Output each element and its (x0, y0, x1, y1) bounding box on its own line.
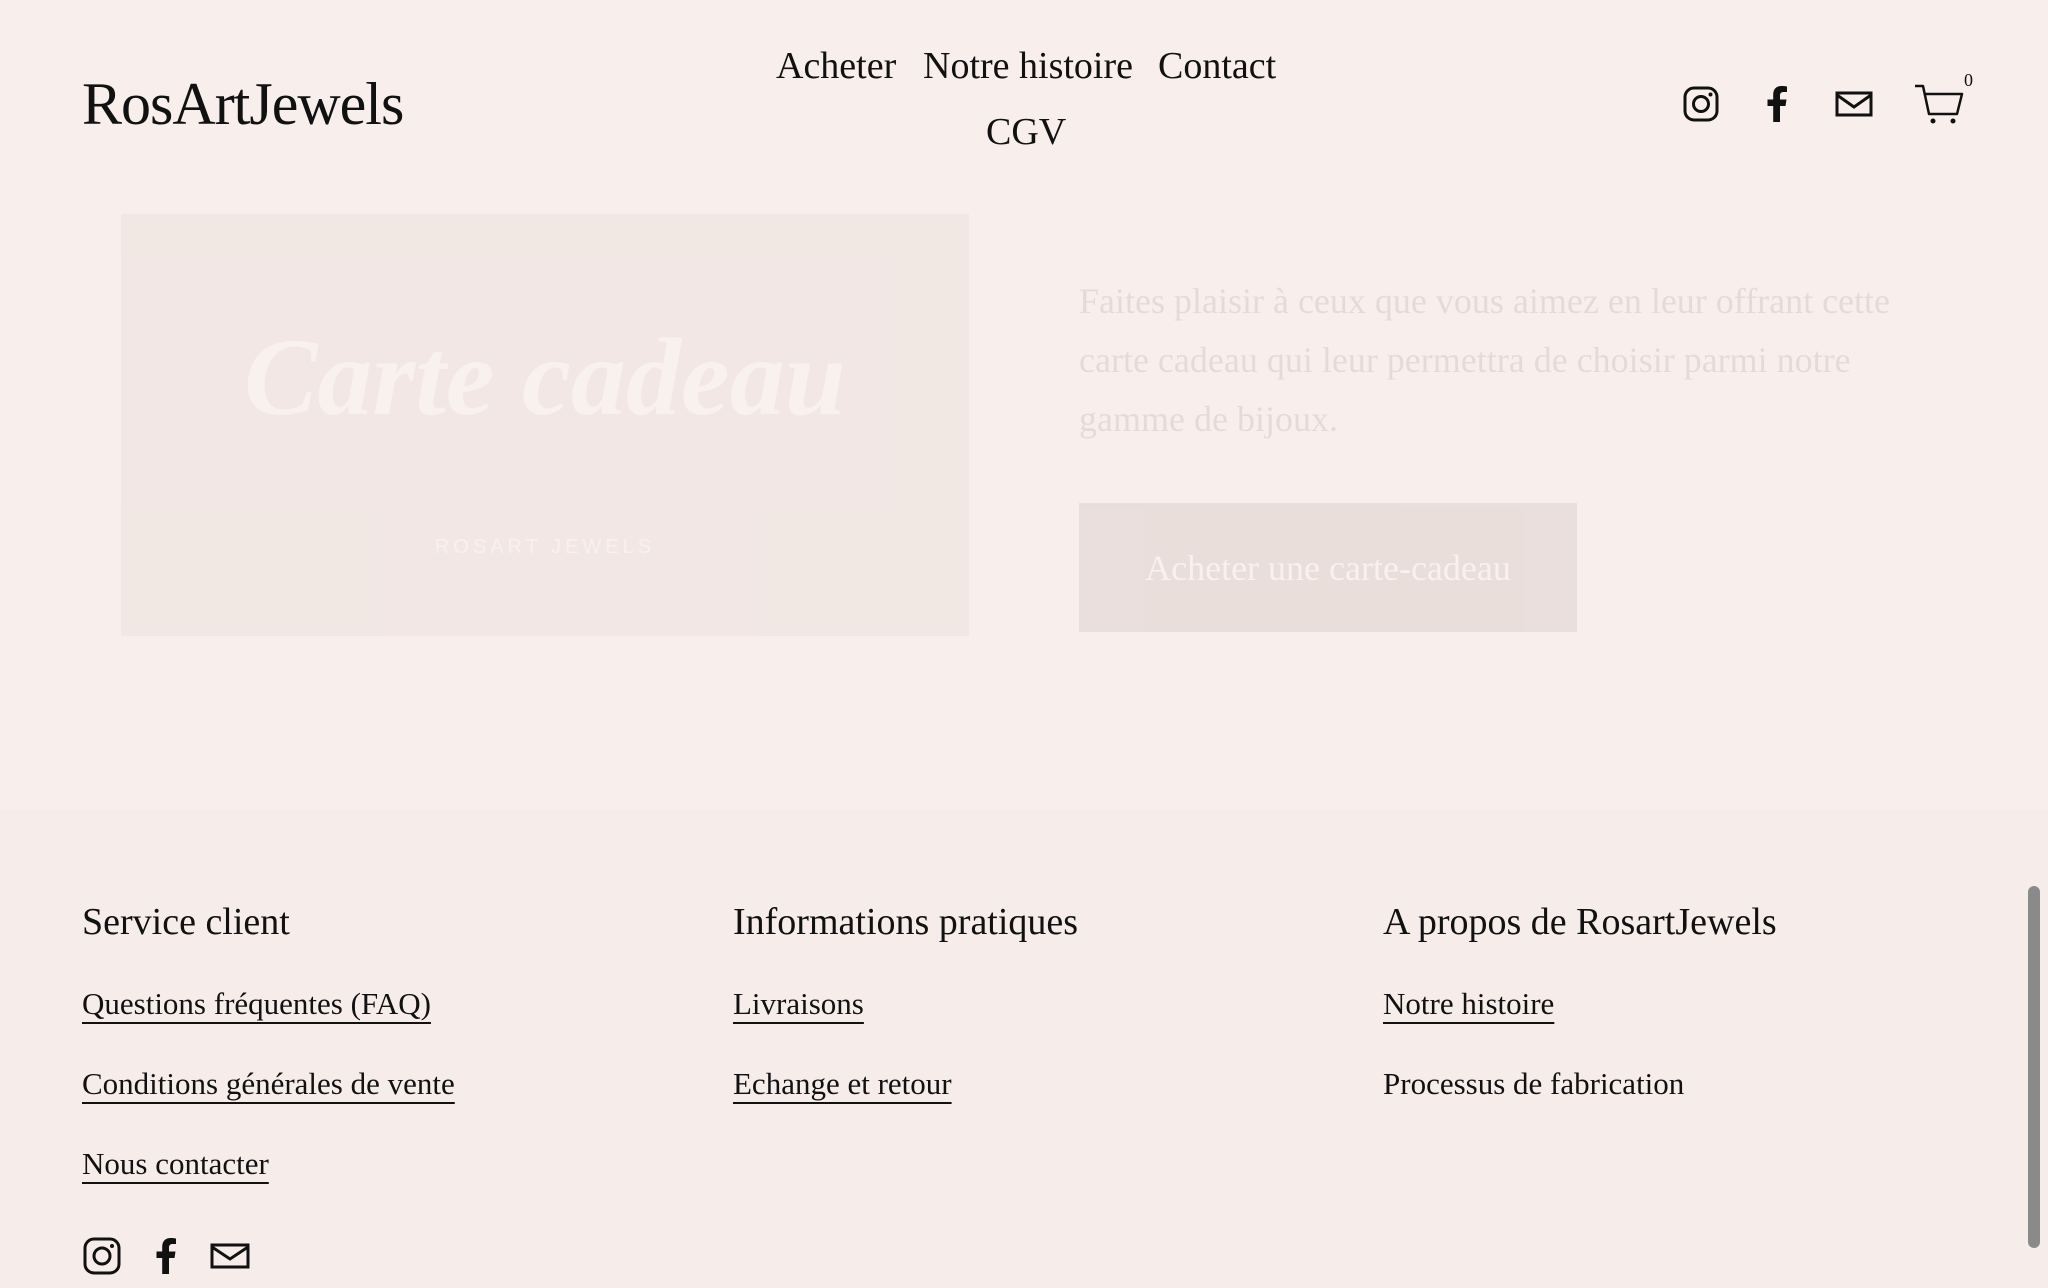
site-header: RosArtJewels Acheter Notre histoire Cont… (0, 0, 2048, 210)
link-livraisons[interactable]: Livraisons (733, 986, 1078, 1022)
gift-card-section: Carte cadeau ROSART JEWELS Faites plaisi… (0, 210, 2048, 810)
nav-contact[interactable]: Contact (1158, 44, 1276, 88)
link-echange-retour[interactable]: Echange et retour (733, 1066, 1078, 1102)
scrollbar-thumb[interactable] (2028, 886, 2040, 1248)
facebook-icon[interactable] (1757, 84, 1797, 124)
main-nav-row-2: CGV (0, 110, 2048, 170)
link-faq[interactable]: Questions fréquentes (FAQ) (82, 986, 455, 1022)
gift-card-description: Faites plaisir à ceux que vous aimez en … (1079, 281, 1891, 439)
nav-notre-histoire[interactable]: Notre histoire (923, 44, 1133, 88)
footer-col-infos: Informations pratiques Livraisons Echang… (733, 900, 1078, 1146)
footer-heading-infos: Informations pratiques (733, 901, 1079, 943)
footer-col-about: A propos de RosartJewels Notre histoire … (1383, 900, 1777, 1102)
link-cgv[interactable]: Conditions générales de vente (82, 1066, 455, 1102)
instagram-icon[interactable] (1681, 84, 1721, 124)
nav-cgv[interactable]: CGV (986, 110, 1066, 154)
cart-count-badge: 0 (1964, 70, 1973, 90)
link-notre-histoire[interactable]: Notre histoire (1383, 986, 1777, 1022)
footer-heading-about: A propos de RosartJewels (1383, 901, 1777, 943)
footer-col-service: Service client Questions fréquentes (FAQ… (82, 900, 455, 1226)
cart-icon[interactable] (1913, 82, 1965, 126)
facebook-icon[interactable] (146, 1236, 186, 1276)
gift-card-image: Carte cadeau ROSART JEWELS (121, 214, 969, 636)
nav-acheter[interactable]: Acheter (776, 44, 896, 88)
buy-gift-card-button[interactable]: Acheter une carte-cadeau (1079, 503, 1577, 632)
site-footer: Service client Questions fréquentes (FAQ… (0, 810, 2048, 1288)
mail-icon[interactable] (1834, 84, 1874, 124)
footer-heading-service: Service client (82, 901, 290, 943)
main-nav: Acheter Notre histoire Contact (0, 44, 2048, 104)
gift-card-brand: ROSART JEWELS (434, 536, 656, 558)
gift-card-title: Carte cadeau (244, 316, 846, 438)
link-nous-contacter[interactable]: Nous contacter (82, 1146, 455, 1182)
processus-text: Processus de fabrication (1383, 1066, 1685, 1101)
mail-icon[interactable] (210, 1236, 250, 1276)
instagram-icon[interactable] (82, 1236, 122, 1276)
